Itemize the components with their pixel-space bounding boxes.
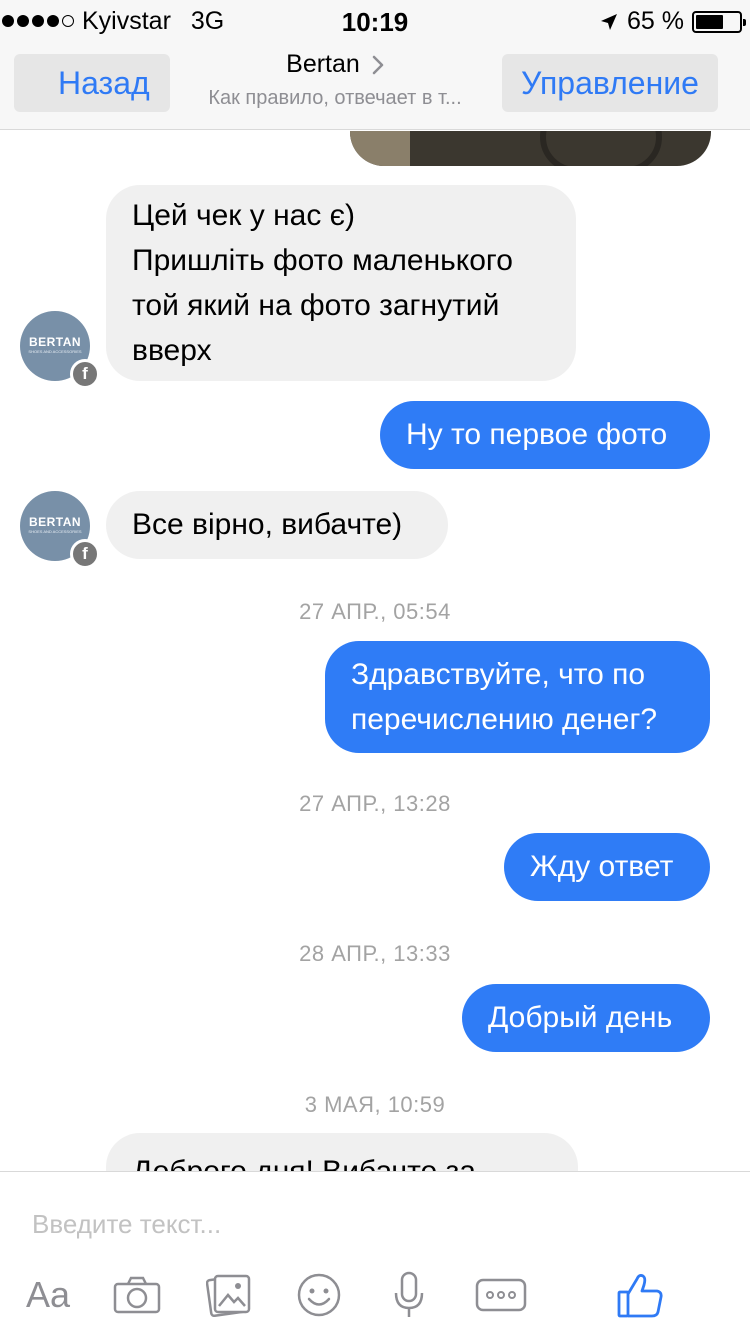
chevron-right-icon xyxy=(372,55,384,74)
conversation-title[interactable]: Bertan xyxy=(286,50,384,79)
message-incoming[interactable]: Все вірно, вибачте) xyxy=(106,491,448,559)
battery-percent: 65 % xyxy=(627,7,684,35)
message-line: той який на фото загнутий xyxy=(132,289,500,322)
message-incoming[interactable]: Доброго дня! Вибачте за xyxy=(106,1133,578,1171)
status-bar: Kyivstar 3G 10:19 65 % xyxy=(0,0,750,40)
photo-attachment[interactable] xyxy=(350,131,711,166)
camera-icon[interactable] xyxy=(112,1267,162,1323)
message-line: вверх xyxy=(132,334,212,367)
message-outgoing[interactable]: Здравствуйте, что по перечислению денег? xyxy=(325,641,710,753)
timestamp: 28 АПР., 13:33 xyxy=(299,941,451,966)
message-line: Ну то первое фото xyxy=(406,418,668,451)
response-time-subtitle: Как правило, отвечает в т... xyxy=(208,87,462,109)
message-incoming[interactable]: Цей чек у нас є) Пришліть фото маленьког… xyxy=(106,185,576,381)
timestamp: 27 АПР., 13:28 xyxy=(299,791,451,816)
conversation-header[interactable]: Bertan Как правило, отвечает в т... xyxy=(170,50,500,110)
battery-icon xyxy=(692,10,746,33)
message-line: Цей чек у нас є) xyxy=(132,199,355,232)
avatar-tagline: SHOES AND ACCESSORIES xyxy=(28,349,82,354)
facebook-badge-icon: f xyxy=(70,359,100,389)
facebook-badge-icon: f xyxy=(70,539,100,569)
composer: Aa xyxy=(0,1171,750,1334)
avatar-brand: BERTAN xyxy=(28,335,82,349)
navigation-bar: Назад Bertan Как правило, отвечает в т..… xyxy=(0,40,750,130)
timestamp: 27 АПР., 05:54 xyxy=(299,599,451,624)
message-input[interactable] xyxy=(32,1204,712,1244)
battery-level xyxy=(696,14,724,29)
emoji-icon[interactable] xyxy=(294,1267,344,1323)
back-button[interactable]: Назад xyxy=(14,54,170,112)
timestamp: 3 МАЯ, 10:59 xyxy=(304,1092,446,1117)
message-line: Добрый день xyxy=(488,1001,673,1034)
more-icon[interactable] xyxy=(474,1267,528,1323)
chevron-left-icon xyxy=(28,66,56,100)
message-outgoing[interactable]: Добрый день xyxy=(462,984,710,1052)
avatar[interactable]: BERTAN SHOES AND ACCESSORIES f xyxy=(20,491,100,569)
microphone-icon[interactable] xyxy=(386,1267,432,1323)
message-outgoing[interactable]: Ну то первое фото xyxy=(380,401,710,469)
status-right: 65 % xyxy=(599,7,746,36)
back-label: Назад xyxy=(58,64,150,101)
avatar-brand: BERTAN xyxy=(28,515,82,529)
message-line: перечислению денег? xyxy=(351,703,658,736)
location-arrow-icon xyxy=(601,13,618,30)
text-format-icon[interactable]: Aa xyxy=(20,1267,76,1323)
gallery-icon[interactable] xyxy=(204,1267,254,1323)
message-outgoing[interactable]: Жду ответ xyxy=(504,833,710,901)
manage-button[interactable]: Управление xyxy=(502,54,718,112)
like-icon[interactable] xyxy=(614,1267,666,1323)
avatar-tagline: SHOES AND ACCESSORIES xyxy=(28,529,82,534)
avatar[interactable]: BERTAN SHOES AND ACCESSORIES f xyxy=(20,311,100,389)
message-line: Пришліть фото маленького xyxy=(132,244,513,277)
message-line: Здравствуйте, что по xyxy=(351,658,646,691)
message-line: Все вірно, вибачте) xyxy=(132,508,403,541)
manage-label: Управление xyxy=(521,64,699,101)
message-line: Жду ответ xyxy=(530,850,674,883)
message-line: Доброго дня! Вибачте за xyxy=(132,1149,552,1171)
contact-name: Bertan xyxy=(286,50,360,78)
composer-toolbar: Aa xyxy=(0,1267,750,1323)
message-list[interactable]: Цей чек у нас є) Пришліть фото маленьког… xyxy=(0,131,750,1171)
